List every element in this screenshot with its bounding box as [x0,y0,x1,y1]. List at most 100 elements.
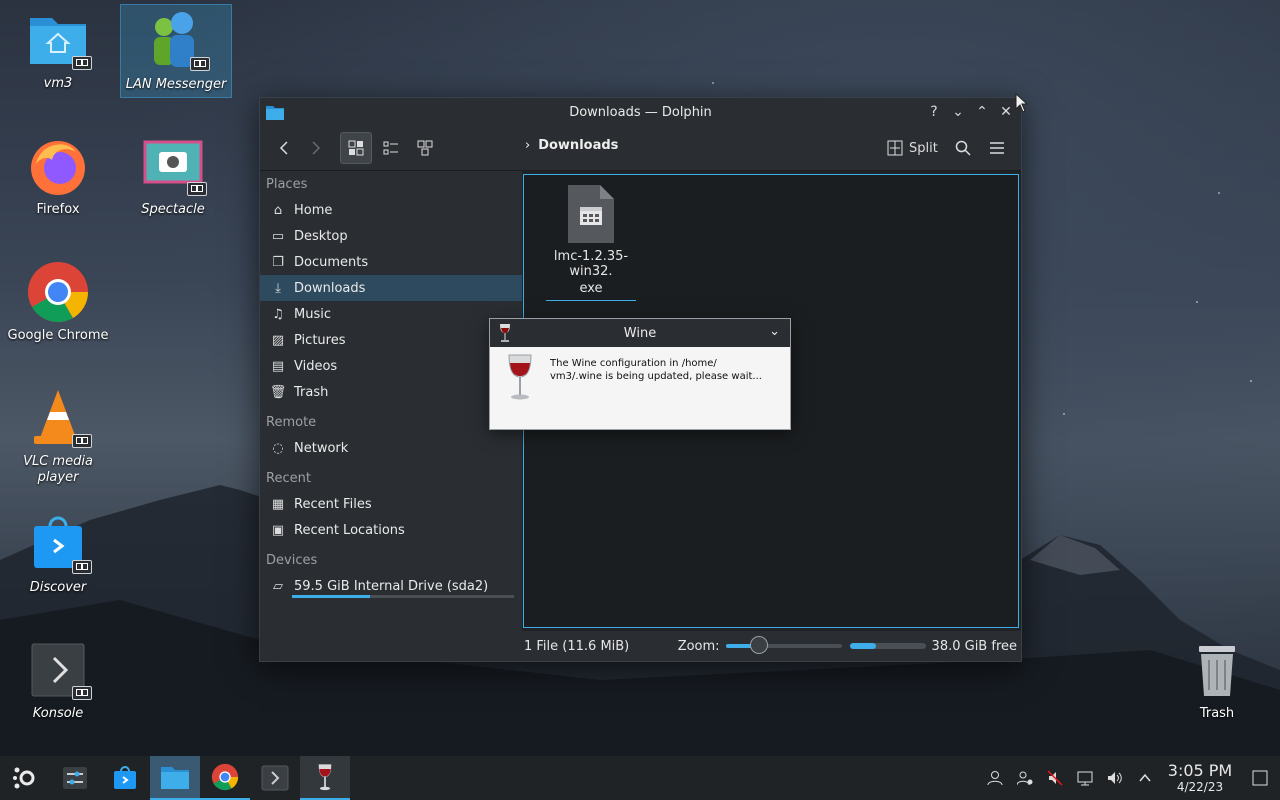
music-icon: ♫ [272,306,284,322]
show-desktop-icon[interactable] [1240,770,1280,786]
sidebar-item-network[interactable]: ◌ Network [260,435,522,461]
wine-glass-icon [498,323,512,347]
chevron-down-icon[interactable]: ⌄ [769,324,780,339]
desktop-icon-label: Konsole [32,706,84,721]
wine-dialog-title: Wine [623,325,657,341]
split-button[interactable]: Split [887,134,938,162]
sidebar-item-label: Recent Files [294,496,372,512]
sidebar-item-music[interactable]: ♫ Music [260,301,522,327]
minimize-icon[interactable]: ⌄ [949,103,967,121]
network-wired-icon[interactable] [1070,770,1100,786]
sidebar-item-label: Network [294,440,349,456]
wine-dialog[interactable]: Wine ⌄ The Wine configuration in /home/ … [489,318,791,430]
taskbar-system-settings[interactable] [50,756,100,800]
wine-dialog-titlebar[interactable]: Wine ⌄ [490,319,790,347]
maximize-icon[interactable]: ⌃ [973,103,991,121]
details-view-button[interactable] [410,133,440,163]
main-toolbar: › Downloads Split [260,126,1021,171]
sidebar-item-downloads[interactable]: ⤓ Downloads [260,275,522,301]
sidebar-item-recent-files[interactable]: ▦ Recent Files [260,491,522,517]
desktop-icon-lan-messenger[interactable]: LAN Messenger [120,4,232,98]
digital-clock[interactable]: 3:05 PM 4/22/23 [1160,761,1240,795]
desktop-icon-vlc[interactable]: VLC media player [3,386,113,486]
desktop-icon-discover[interactable]: Discover [3,512,113,596]
sidebar-item-label: Videos [294,358,338,374]
back-button[interactable] [270,133,300,163]
desktop-icon-spectacle[interactable]: Spectacle [118,134,228,218]
hamburger-menu-button[interactable] [982,133,1012,163]
videos-icon: ▤ [271,358,285,374]
wine-dialog-message: The Wine configuration in /home/ vm3/.wi… [550,357,770,383]
help-icon[interactable]: ? [925,103,943,121]
compact-view-icon [383,141,398,155]
sidebar-item-videos[interactable]: ▤ Videos [260,353,522,379]
compact-view-button[interactable] [376,133,406,163]
breadcrumb-current[interactable]: Downloads [538,138,618,153]
sidebar-item-documents[interactable]: ❐ Documents [260,249,522,275]
tray-expand-icon[interactable] [1130,771,1160,785]
desktop-icon-label: Trash [1199,706,1235,721]
taskbar-discover[interactable] [100,756,150,800]
sidebar-item-label: Pictures [294,332,346,348]
sidebar-item-trash[interactable]: 🗑 Trash [260,379,522,405]
desktop-icon-google-chrome[interactable]: Google Chrome [3,260,113,344]
wine-message-line2: vm3/.wine is being updated, please wait.… [550,371,762,382]
desktop-icon-konsole[interactable]: Konsole [3,638,113,722]
taskbar-wine[interactable] [300,756,350,800]
sidebar-item-pictures[interactable]: ▨ Pictures [260,327,522,353]
volume-icon[interactable] [1100,770,1130,786]
clock-time: 3:05 PM [1167,761,1233,780]
sidebar-item-label: Music [294,306,331,322]
split-view-icon [887,140,903,156]
spectacle-icon [141,134,207,198]
firefox-icon [26,134,90,198]
close-icon[interactable]: ✕ [997,103,1015,121]
breadcrumb[interactable]: › Downloads [525,138,618,153]
zoom-slider[interactable] [725,636,842,654]
trash-icon: 🗑 [269,384,287,400]
taskbar-chrome[interactable] [200,756,250,800]
taskbar-konsole[interactable] [250,756,300,800]
documents-icon: ❐ [272,254,284,270]
zoom-slider-handle[interactable] [750,636,769,654]
wine-message-line1: The Wine configuration in /home/ [550,358,717,369]
application-launcher-button[interactable] [0,756,50,800]
wine-glass-icon [318,764,332,791]
sidebar-item-home[interactable]: ⌂ Home [260,197,522,223]
window-titlebar[interactable]: Downloads — Dolphin ? ⌄ ⌃ ✕ [260,98,1021,126]
chrome-icon [26,260,90,324]
free-space-bar [849,643,926,649]
clock-date: 4/22/23 [1176,780,1224,794]
folder-icon [161,767,189,789]
icons-view-icon [348,140,364,156]
search-button[interactable] [948,133,978,163]
sidebar-item-label: Recent Locations [294,522,405,538]
desktop-icon: ▭ [271,228,285,244]
home-icon: ⌂ [273,202,283,218]
desktop-icon-label: Firefox [36,202,80,217]
sidebar-item-desktop[interactable]: ▭ Desktop [260,223,522,249]
sidebar-item-recent-locations[interactable]: ▣ Recent Locations [260,517,522,543]
desktop-icon-vm3[interactable]: vm3 [3,8,113,92]
desktop-icon-firefox[interactable]: Firefox [3,134,113,218]
forward-arrow-icon [312,141,321,155]
forward-button[interactable] [300,133,330,163]
sidebar-item-label: Desktop [294,228,348,244]
sidebar-item-label: Home [294,202,333,218]
hamburger-menu-icon [990,142,1004,154]
desktop-icon-trash[interactable]: Trash [1162,638,1272,722]
sidebar-item-label: Downloads [294,280,366,296]
split-label: Split [909,140,938,156]
home-folder-icon [26,8,92,72]
file-item[interactable]: lmc-1.2.35-win32. exe [536,185,646,301]
user-icon[interactable] [980,770,1010,786]
network-icon: ◌ [272,440,284,456]
desktop-icon-label: Google Chrome [7,328,109,343]
audio-muted-icon[interactable] [1040,770,1070,786]
dolphin-app-icon[interactable] [266,104,284,124]
desktop-icon-label: VLC media player [23,454,93,485]
taskbar-dolphin[interactable] [150,756,200,800]
sidebar-item-internal-drive[interactable]: ▱ 59.5 GiB Internal Drive (sda2) [260,573,522,599]
icons-view-button[interactable] [340,132,372,164]
user-switch-icon[interactable] [1010,770,1040,786]
